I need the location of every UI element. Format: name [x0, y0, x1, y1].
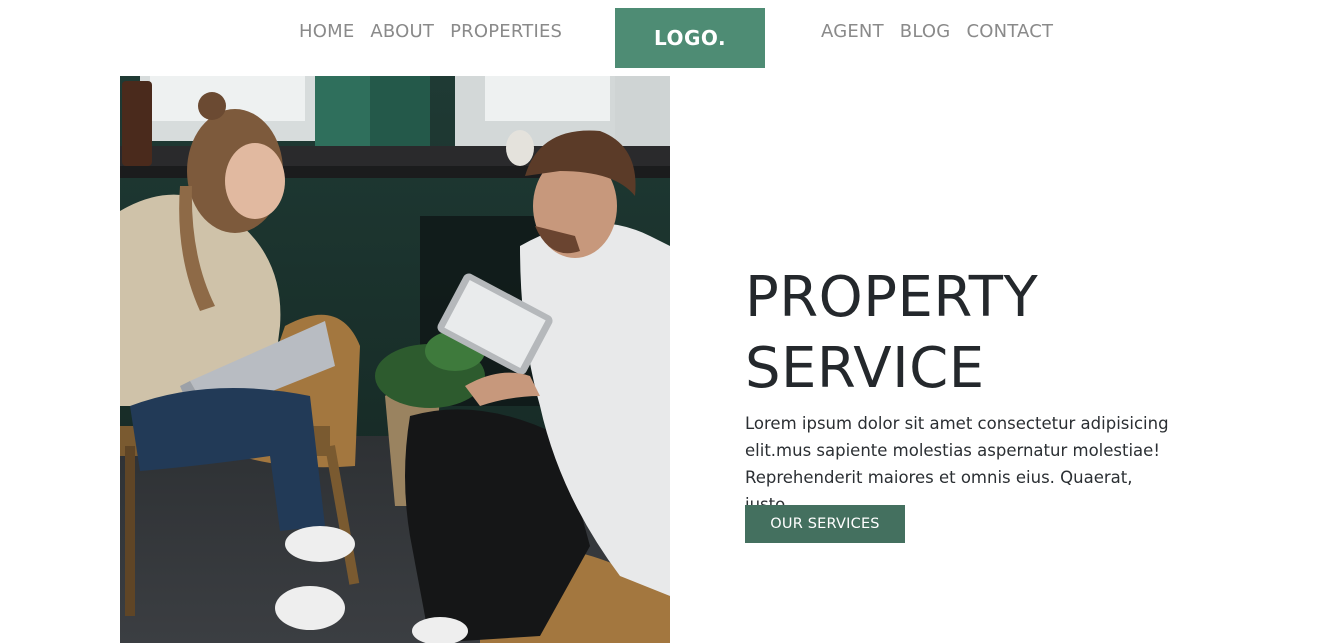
nav-link-properties[interactable]: PROPERTIES	[450, 20, 562, 44]
nav-link-about[interactable]: ABOUT	[370, 20, 434, 44]
hero-photo	[120, 76, 670, 643]
logo[interactable]: LOGO.	[615, 8, 765, 68]
nav-link-blog[interactable]: BLOG	[900, 20, 951, 44]
nav-right-group: AGENT BLOG CONTACT	[821, 20, 1053, 44]
our-services-button[interactable]: OUR SERVICES	[745, 505, 905, 543]
nav-link-home[interactable]: HOME	[299, 20, 354, 44]
top-navigation: HOME ABOUT PROPERTIES LOGO. AGENT BLOG C…	[0, 0, 1341, 70]
hero-title: PROPERTY SERVICE	[745, 262, 1038, 404]
hero-title-line-1: PROPERTY	[745, 265, 1039, 330]
nav-left-group: HOME ABOUT PROPERTIES	[299, 20, 562, 44]
hero-description: Lorem ipsum dolor sit amet consectetur a…	[745, 414, 1169, 514]
nav-link-agent[interactable]: AGENT	[821, 20, 884, 44]
hero-title-line-2: SERVICE	[745, 336, 985, 401]
nav-link-contact[interactable]: CONTACT	[966, 20, 1053, 44]
